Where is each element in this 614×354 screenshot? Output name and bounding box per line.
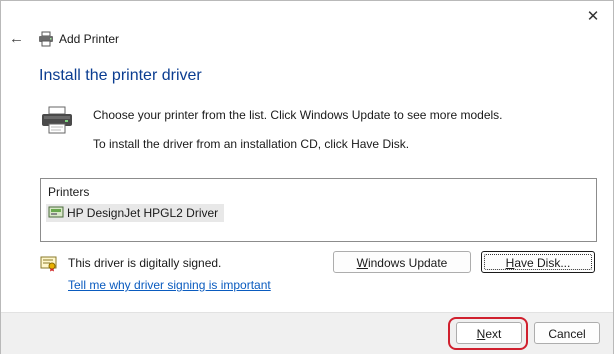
driver-signing-link[interactable]: Tell me why driver signing is important — [68, 278, 271, 292]
back-arrow-icon: ← — [9, 30, 24, 47]
page-title: Install the printer driver — [39, 67, 202, 84]
focus-rectangle — [484, 254, 592, 270]
printer-icon — [38, 31, 54, 50]
add-printer-dialog: ✕ ← Add Printer Install the printer driv… — [0, 0, 614, 354]
windows-update-label: indows Update — [367, 256, 448, 270]
cancel-button[interactable]: Cancel — [534, 322, 600, 344]
close-button[interactable]: ✕ — [583, 7, 603, 27]
printer-driver-icon — [48, 205, 64, 222]
signature-status: This driver is digitally signed. — [68, 256, 222, 270]
window-title: Add Printer — [59, 32, 120, 46]
printer-list[interactable]: Printers HP DesignJet HPGL2 Driver — [40, 178, 597, 242]
access-key-w: W — [356, 256, 368, 270]
close-icon: ✕ — [586, 8, 600, 25]
list-header: Printers — [48, 185, 90, 199]
instruction-text-2: To install the driver from an installati… — [93, 137, 410, 151]
list-item-label: HP DesignJet HPGL2 Driver — [67, 206, 219, 220]
list-item[interactable]: HP DesignJet HPGL2 Driver — [46, 204, 225, 222]
next-button[interactable]: Next — [456, 322, 522, 344]
back-button[interactable]: ← — [9, 30, 25, 48]
instruction-text-1: Choose your printer from the list. Click… — [93, 108, 503, 122]
certificate-icon — [40, 256, 58, 275]
printer-large-icon — [41, 106, 73, 137]
have-disk-button[interactable]: Have Disk... — [481, 251, 595, 273]
windows-update-button[interactable]: Windows Update — [333, 251, 471, 273]
next-label: ext — [485, 327, 502, 341]
